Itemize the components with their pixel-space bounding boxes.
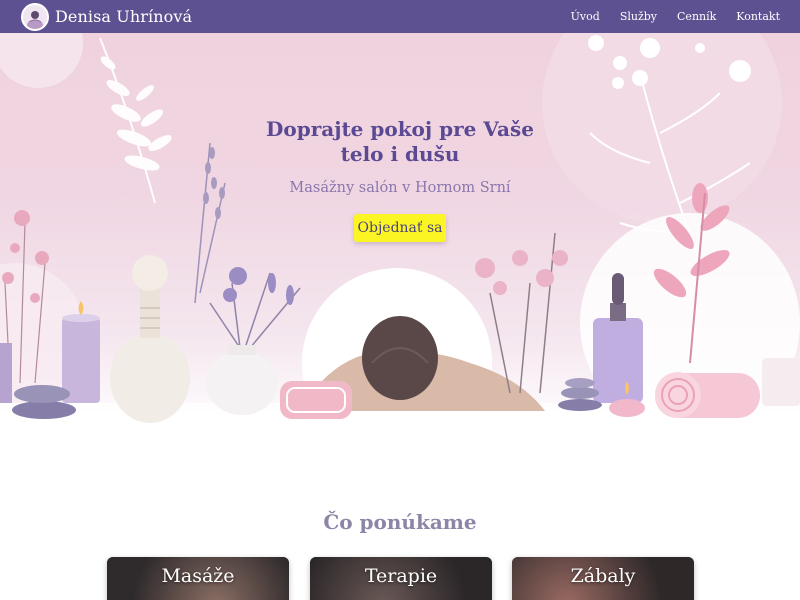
nav-link-cennik[interactable]: Cenník bbox=[667, 10, 726, 23]
book-appointment-button[interactable]: Objednať sa bbox=[354, 214, 446, 242]
service-card-masaze[interactable]: Masáže bbox=[107, 557, 289, 600]
top-navigation: Denisa Uhrínová Úvod Služby Cenník Konta… bbox=[0, 0, 800, 33]
hero-title: Doprajte pokoj pre Vaše telo i dušu bbox=[240, 117, 560, 167]
hero-subtitle: Masážny salón v Hornom Srní bbox=[289, 180, 511, 196]
main-menu: Úvod Služby Cenník Kontakt bbox=[561, 10, 790, 23]
nav-link-uvod[interactable]: Úvod bbox=[561, 10, 610, 23]
nav-link-sluzby[interactable]: Služby bbox=[610, 10, 667, 23]
service-card-label: Zábaly bbox=[570, 565, 636, 587]
service-card-terapie[interactable]: Terapie bbox=[310, 557, 492, 600]
service-card-label: Terapie bbox=[364, 565, 438, 587]
service-card-zabaly[interactable]: Zábaly bbox=[512, 557, 694, 600]
brand-link[interactable]: Denisa Uhrínová bbox=[21, 2, 193, 31]
hero-title-line-1: Doprajte pokoj pre Vaše bbox=[266, 117, 534, 141]
services-cards: Masáže Terapie Zábaly bbox=[107, 557, 697, 600]
services-heading: Čo ponúkame bbox=[323, 510, 477, 534]
hero-section: Doprajte pokoj pre Vaše telo i dušu Masá… bbox=[0, 33, 800, 433]
brand-name: Denisa Uhrínová bbox=[55, 7, 193, 26]
service-card-label: Masáže bbox=[161, 565, 235, 587]
hero-title-line-2: telo i dušu bbox=[340, 142, 460, 166]
nav-link-kontakt[interactable]: Kontakt bbox=[726, 10, 790, 23]
logo-icon bbox=[21, 2, 49, 31]
